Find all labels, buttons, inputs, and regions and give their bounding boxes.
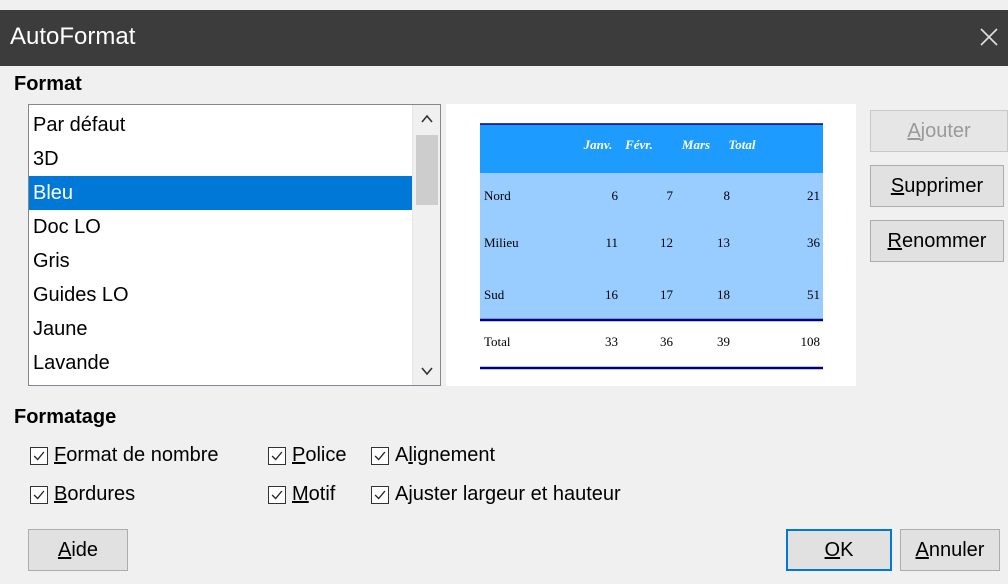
preview-column-header: Mars: [681, 137, 710, 152]
preview-total-cell: 33: [605, 334, 618, 349]
format-preview: Janv. Févr. Mars Total Nord 6 7 8 21 Milieu 11 12 13…: [446, 104, 856, 386]
delete-mnemonic: S: [890, 175, 905, 197]
chevron-down-icon[interactable]: [413, 357, 441, 385]
list-item[interactable]: 3D: [29, 142, 412, 176]
list-item[interactable]: Bleu: [29, 176, 412, 210]
preview-table: Janv. Févr. Mars Total Nord 6 7 8 21 Milieu 11 12 13…: [480, 123, 823, 370]
preview-body-band: [480, 173, 823, 320]
list-item[interactable]: Jaune: [29, 312, 412, 346]
borders-label: Bordures: [54, 480, 135, 508]
preview-cell: 21: [807, 188, 820, 203]
preview-column-header: Févr.: [624, 137, 653, 152]
add-mnemonic: A: [907, 120, 921, 142]
preview-cell: 11: [605, 235, 618, 250]
number-format-rest: ormat de nombre: [66, 444, 219, 466]
checkmark-icon: [371, 486, 389, 504]
checkmark-icon: [30, 447, 48, 465]
number-format-label: Format de nombre: [54, 441, 219, 469]
pattern-mnemonic: M: [292, 483, 309, 505]
preview-cell: 18: [717, 287, 730, 302]
pattern-label: Motif: [292, 480, 335, 508]
preview-cell: 36: [807, 235, 821, 250]
list-item[interactable]: Lavande: [29, 346, 412, 380]
preview-total-cell: 108: [801, 334, 821, 349]
ok-mnemonic: O: [824, 539, 841, 561]
preview-row-label: Nord: [484, 188, 511, 203]
chevron-up-icon[interactable]: [413, 105, 441, 133]
preview-cell: 13: [717, 235, 730, 250]
title-bar: AutoFormat: [0, 10, 1008, 66]
checkmark-icon: [371, 447, 389, 465]
rename-button[interactable]: Renommer: [870, 220, 1004, 262]
delete-label: upprimer: [904, 175, 984, 197]
checkmark-icon: [268, 447, 286, 465]
alignment-label: Alignement: [395, 441, 495, 469]
cancel-mnemonic: A: [915, 539, 929, 561]
preview-cell: 8: [724, 188, 731, 203]
add-label: jouter: [920, 120, 971, 142]
preview-total-cell: 39: [717, 334, 730, 349]
add-button[interactable]: Ajouter: [870, 110, 1008, 152]
list-scrollbar[interactable]: [412, 105, 440, 385]
alignment-rest: ignement: [412, 444, 496, 466]
ok-label: K: [840, 539, 854, 561]
formatage-section-label: Formatage: [14, 406, 117, 428]
cancel-label: nnuler: [928, 539, 985, 561]
preview-row-label: Sud: [484, 287, 505, 302]
scroll-thumb[interactable]: [416, 135, 438, 205]
list-item[interactable]: Doc LO: [29, 210, 412, 244]
font-label: Police: [292, 441, 346, 469]
rename-label: enommer: [901, 230, 987, 252]
ok-button[interactable]: OK: [786, 529, 892, 571]
preview-cell: 17: [660, 287, 674, 302]
help-label: ide: [71, 539, 99, 561]
font-rest: olice: [305, 444, 347, 466]
borders-rest: ordures: [67, 483, 136, 505]
help-mnemonic: A: [57, 539, 72, 561]
rename-mnemonic: R: [887, 230, 902, 252]
checkmark-icon: [30, 486, 48, 504]
autofit-label: Ajuster largeur et hauteur: [395, 480, 621, 508]
preview-cell: 7: [667, 188, 674, 203]
delete-button[interactable]: Supprimer: [870, 165, 1004, 207]
list-item[interactable]: Gris: [29, 244, 412, 278]
preview-cell: 12: [660, 235, 673, 250]
preview-cell: 51: [807, 287, 820, 302]
format-section-label: Format: [14, 73, 82, 95]
pattern-rest: otif: [308, 483, 336, 505]
preview-column-header: Janv.: [583, 137, 613, 152]
dialog-title: AutoFormat: [10, 23, 136, 50]
preview-cell: 6: [612, 188, 619, 203]
autofit-rest: uster largeur et hauteur: [412, 483, 621, 505]
preview-total-cell: 36: [660, 334, 674, 349]
autofit-pre: A: [395, 483, 409, 505]
format-list: Par défaut 3D Bleu Doc LO Gris Guides LO Jaune…: [29, 108, 412, 380]
font-mnemonic: P: [292, 444, 306, 466]
list-item[interactable]: Guides LO: [29, 278, 412, 312]
preview-total-label: Total: [484, 334, 511, 349]
close-icon[interactable]: [976, 24, 1002, 50]
format-listbox[interactable]: Par défaut 3D Bleu Doc LO Gris Guides LO Jaune…: [28, 104, 441, 386]
help-button[interactable]: Aide: [28, 529, 128, 571]
borders-mnemonic: B: [54, 483, 68, 505]
checkmark-icon: [268, 486, 286, 504]
cancel-button[interactable]: Annuler: [900, 529, 1000, 571]
preview-column-header: Total: [729, 137, 756, 152]
preview-row-label: Milieu: [484, 235, 519, 250]
alignment-pre: A: [395, 444, 409, 466]
number-format-mnemonic: F: [54, 444, 67, 466]
preview-cell: 16: [605, 287, 619, 302]
list-item[interactable]: Par défaut: [29, 108, 412, 142]
